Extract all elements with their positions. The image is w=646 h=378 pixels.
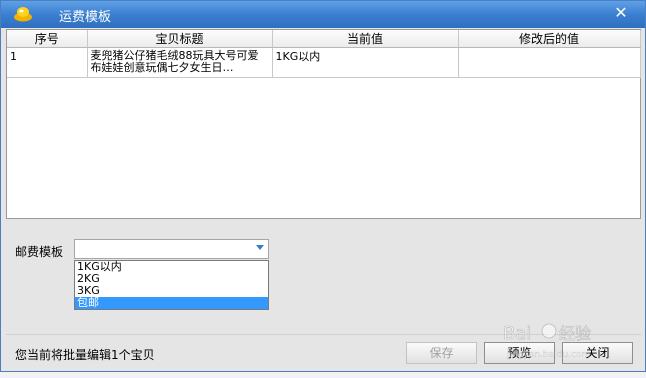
background-window-bottom — [0, 372, 646, 378]
option-free-shipping[interactable]: 包邮 — [75, 297, 268, 309]
svg-text:jingyan.baidu.com: jingyan.baidu.com — [506, 350, 590, 360]
title-bar[interactable]: 运费模板 ✕ — [1, 1, 645, 28]
shipping-template-select[interactable] — [74, 239, 269, 259]
column-header-new-value[interactable]: 修改后的值 — [458, 30, 641, 48]
column-header-index[interactable]: 序号 — [7, 30, 88, 48]
status-text: 您当前将批量编辑1个宝贝 — [15, 348, 155, 362]
save-button[interactable]: 保存 — [406, 342, 477, 364]
shipping-template-dropdown: 1KG以内 2KG 3KG 包邮 — [74, 260, 269, 310]
option-3kg[interactable]: 3KG — [75, 285, 268, 297]
shipping-template-dialog: 运费模板 ✕ 序号 宝贝标题 当前值 修改后的值 1 麦兜猪公仔猪毛绒88玩具大… — [0, 0, 646, 372]
cell-current-value: 1KG以内 — [272, 47, 459, 78]
chevron-down-icon[interactable] — [256, 245, 264, 250]
cell-new-value — [458, 47, 641, 78]
option-1kg[interactable]: 1KG以内 — [75, 261, 268, 273]
table-row[interactable]: 1 麦兜猪公仔猪毛绒88玩具大号可爱布娃娃创意玩偶七夕女生日… 1KG以内 — [7, 47, 641, 78]
dialog-title: 运费模板 — [59, 10, 112, 25]
baidu-watermark: Bai 经验 jingyan.baidu.com — [503, 323, 592, 360]
cell-item-title: 麦兜猪公仔猪毛绒88玩具大号可爱布娃娃创意玩偶七夕女生日… — [87, 47, 273, 78]
shipping-template-label: 邮费模板 — [15, 245, 64, 259]
svg-text:经验: 经验 — [559, 324, 591, 343]
svg-text:Bai: Bai — [503, 323, 531, 344]
column-header-current-value[interactable]: 当前值 — [272, 30, 459, 48]
column-header-title[interactable]: 宝贝标题 — [87, 30, 273, 48]
close-icon[interactable]: ✕ — [611, 3, 631, 23]
cell-index: 1 — [7, 47, 88, 78]
option-2kg[interactable]: 2KG — [75, 273, 268, 285]
app-logo-icon — [13, 6, 33, 22]
items-table: 序号 宝贝标题 当前值 修改后的值 1 麦兜猪公仔猪毛绒88玩具大号可爱布娃娃创… — [6, 29, 641, 219]
